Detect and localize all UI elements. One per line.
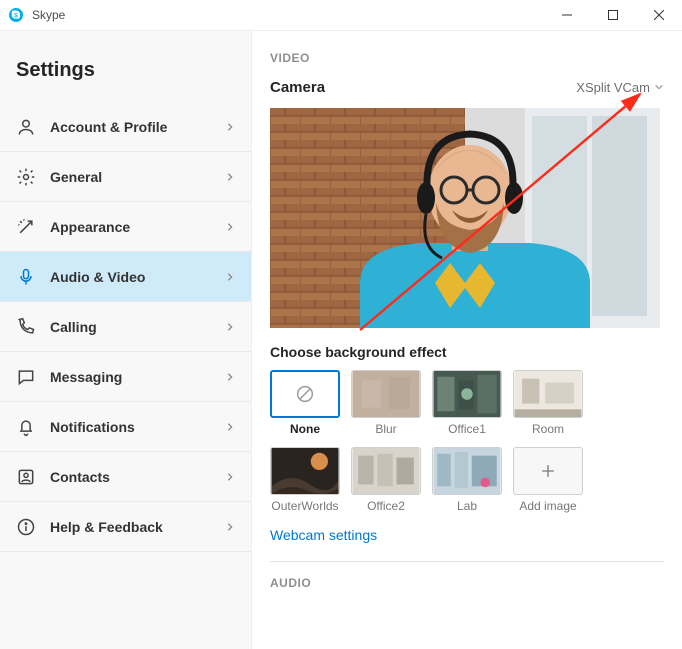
maximize-button[interactable] (590, 0, 636, 31)
chevron-right-icon (225, 469, 235, 485)
sparkle-icon (16, 217, 36, 237)
effect-none[interactable]: None (270, 370, 340, 436)
sidebar-item-label: Appearance (50, 219, 130, 235)
camera-label: Camera (270, 79, 325, 96)
camera-dropdown[interactable]: XSplit VCam (576, 80, 664, 95)
phone-icon (16, 317, 36, 337)
effect-label: Lab (432, 499, 502, 513)
skype-icon: S (8, 7, 24, 23)
sidebar-item-calling[interactable]: Calling (0, 302, 251, 352)
sidebar-item-label: Messaging (50, 369, 122, 385)
chevron-right-icon (225, 419, 235, 435)
chat-icon (16, 367, 36, 387)
close-button[interactable] (636, 0, 682, 31)
chevron-right-icon (225, 319, 235, 335)
chevron-right-icon (225, 219, 235, 235)
none-icon (294, 383, 316, 405)
sidebar-item-label: Audio & Video (50, 269, 145, 285)
app-title: Skype (32, 8, 65, 22)
sidebar-item-appearance[interactable]: Appearance (0, 202, 251, 252)
background-effect-heading: Choose background effect (270, 344, 664, 360)
effect-lab[interactable]: Lab (432, 447, 502, 513)
chevron-right-icon (225, 369, 235, 385)
sidebar-item-messaging[interactable]: Messaging (0, 352, 251, 402)
camera-selected-value: XSplit VCam (576, 80, 650, 95)
effect-office1[interactable]: Office1 (432, 370, 502, 436)
person-icon (16, 117, 36, 137)
info-icon (16, 517, 36, 537)
sidebar-item-label: General (50, 169, 102, 185)
titlebar: S Skype (0, 0, 682, 31)
plus-icon (538, 461, 558, 481)
gear-icon (16, 167, 36, 187)
svg-text:S: S (14, 14, 18, 20)
sidebar-item-contacts[interactable]: Contacts (0, 452, 251, 502)
sidebar-item-notifications[interactable]: Notifications (0, 402, 251, 452)
chevron-right-icon (225, 519, 235, 535)
effect-add-image[interactable]: Add image (513, 447, 583, 513)
bell-icon (16, 417, 36, 437)
chevron-right-icon (225, 119, 235, 135)
effect-label: Office1 (432, 422, 502, 436)
camera-preview (270, 108, 660, 328)
effect-label: None (270, 422, 340, 436)
sidebar-item-label: Account & Profile (50, 119, 167, 135)
settings-title: Settings (0, 31, 251, 102)
effect-label: Office2 (351, 499, 421, 513)
effect-room[interactable]: Room (513, 370, 583, 436)
effect-office2[interactable]: Office2 (351, 447, 421, 513)
audio-section-label: AUDIO (270, 576, 664, 590)
effect-label: Room (513, 422, 583, 436)
sidebar-item-account-profile[interactable]: Account & Profile (0, 102, 251, 152)
section-divider (270, 561, 664, 562)
sidebar-item-audio-video[interactable]: Audio & Video (0, 252, 251, 302)
chevron-right-icon (225, 169, 235, 185)
background-effect-grid: None Blur Office1 Room (270, 370, 660, 513)
effect-label: Blur (351, 422, 421, 436)
webcam-settings-link[interactable]: Webcam settings (270, 527, 664, 543)
chevron-right-icon (225, 269, 235, 285)
settings-main: VIDEO Camera XSplit VCam (252, 31, 682, 649)
effect-label: Add image (513, 499, 583, 513)
sidebar-item-label: Contacts (50, 469, 110, 485)
sidebar-item-general[interactable]: General (0, 152, 251, 202)
effect-label: OuterWorlds (270, 499, 340, 513)
microphone-icon (16, 267, 36, 287)
sidebar-item-label: Help & Feedback (50, 519, 163, 535)
sidebar-item-help-feedback[interactable]: Help & Feedback (0, 502, 251, 552)
effect-outerworlds[interactable]: OuterWorlds (270, 447, 340, 513)
sidebar-item-label: Calling (50, 319, 97, 335)
chevron-down-icon (654, 80, 664, 95)
video-section-label: VIDEO (270, 51, 664, 65)
settings-sidebar: Settings Account & Profile General Appe (0, 31, 252, 649)
minimize-button[interactable] (544, 0, 590, 31)
effect-blur[interactable]: Blur (351, 370, 421, 436)
contacts-icon (16, 467, 36, 487)
sidebar-item-label: Notifications (50, 419, 135, 435)
